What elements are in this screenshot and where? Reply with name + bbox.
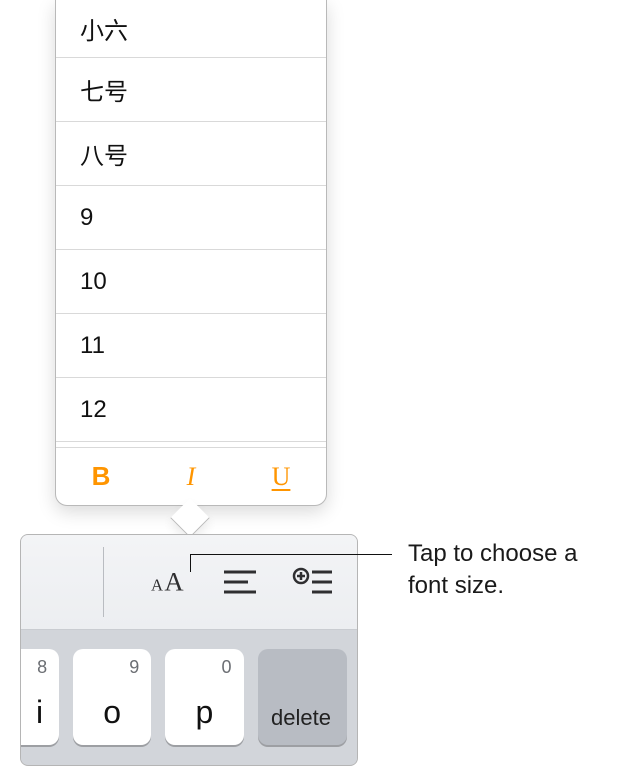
bold-button[interactable]: B bbox=[56, 448, 146, 505]
key-alt-label: 9 bbox=[129, 657, 139, 678]
keyboard-row: 8 i 9 o 0 p delete bbox=[21, 630, 357, 764]
key-main-label: delete bbox=[271, 705, 331, 731]
key-delete[interactable]: delete bbox=[258, 649, 348, 745]
font-size-icon: A A bbox=[142, 562, 190, 602]
font-size-label: 七号 bbox=[80, 72, 128, 107]
font-size-label: 10 bbox=[80, 268, 107, 296]
font-size-option[interactable]: 八号 bbox=[56, 122, 326, 186]
key-main-label: o bbox=[103, 694, 121, 731]
key-i[interactable]: 8 i bbox=[20, 649, 59, 745]
font-size-button[interactable]: A A bbox=[141, 557, 191, 607]
italic-label: I bbox=[187, 462, 196, 492]
key-alt-label: 8 bbox=[37, 657, 47, 678]
insert-list-button[interactable] bbox=[289, 557, 339, 607]
alignment-button[interactable] bbox=[215, 557, 265, 607]
format-toolbar: A A bbox=[21, 535, 357, 630]
font-size-popover: 小六 七号 八号 9 10 11 12 B I U bbox=[55, 0, 327, 506]
key-p[interactable]: 0 p bbox=[165, 649, 243, 745]
font-size-label: 八号 bbox=[80, 136, 128, 171]
font-size-option[interactable]: 小六 bbox=[56, 0, 326, 58]
font-size-option[interactable]: 11 bbox=[56, 314, 326, 378]
font-size-list[interactable]: 小六 七号 八号 9 10 11 12 bbox=[56, 0, 326, 448]
font-size-option[interactable]: 七号 bbox=[56, 58, 326, 122]
font-size-option[interactable]: 12 bbox=[56, 378, 326, 442]
font-size-option[interactable]: 9 bbox=[56, 186, 326, 250]
font-size-option[interactable]: 10 bbox=[56, 250, 326, 314]
bold-label: B bbox=[92, 461, 111, 492]
font-size-label: 12 bbox=[80, 396, 107, 424]
format-bar: B I U bbox=[56, 447, 326, 505]
callout-leader bbox=[190, 554, 392, 555]
underline-button[interactable]: U bbox=[236, 448, 326, 505]
toolbar-divider bbox=[103, 547, 104, 617]
underline-label: U bbox=[272, 462, 291, 492]
font-size-label: 9 bbox=[80, 204, 93, 232]
callout-text: Tap to choose a font size. bbox=[408, 538, 608, 603]
font-size-label: 11 bbox=[80, 332, 105, 360]
keyboard-toolbar-area: A A bbox=[20, 534, 358, 766]
italic-button[interactable]: I bbox=[146, 448, 236, 505]
key-main-label: i bbox=[36, 694, 43, 731]
list-insert-icon bbox=[292, 562, 336, 602]
key-o[interactable]: 9 o bbox=[73, 649, 151, 745]
callout-leader bbox=[190, 554, 191, 572]
screenshot-stage: 小六 七号 八号 9 10 11 12 B I U A A bbox=[0, 0, 620, 772]
font-size-label: 小六 bbox=[80, 11, 128, 46]
key-alt-label: 0 bbox=[221, 657, 231, 678]
svg-text:A: A bbox=[164, 566, 184, 596]
key-main-label: p bbox=[196, 694, 214, 731]
align-icon bbox=[220, 562, 260, 602]
svg-text:A: A bbox=[151, 575, 163, 594]
